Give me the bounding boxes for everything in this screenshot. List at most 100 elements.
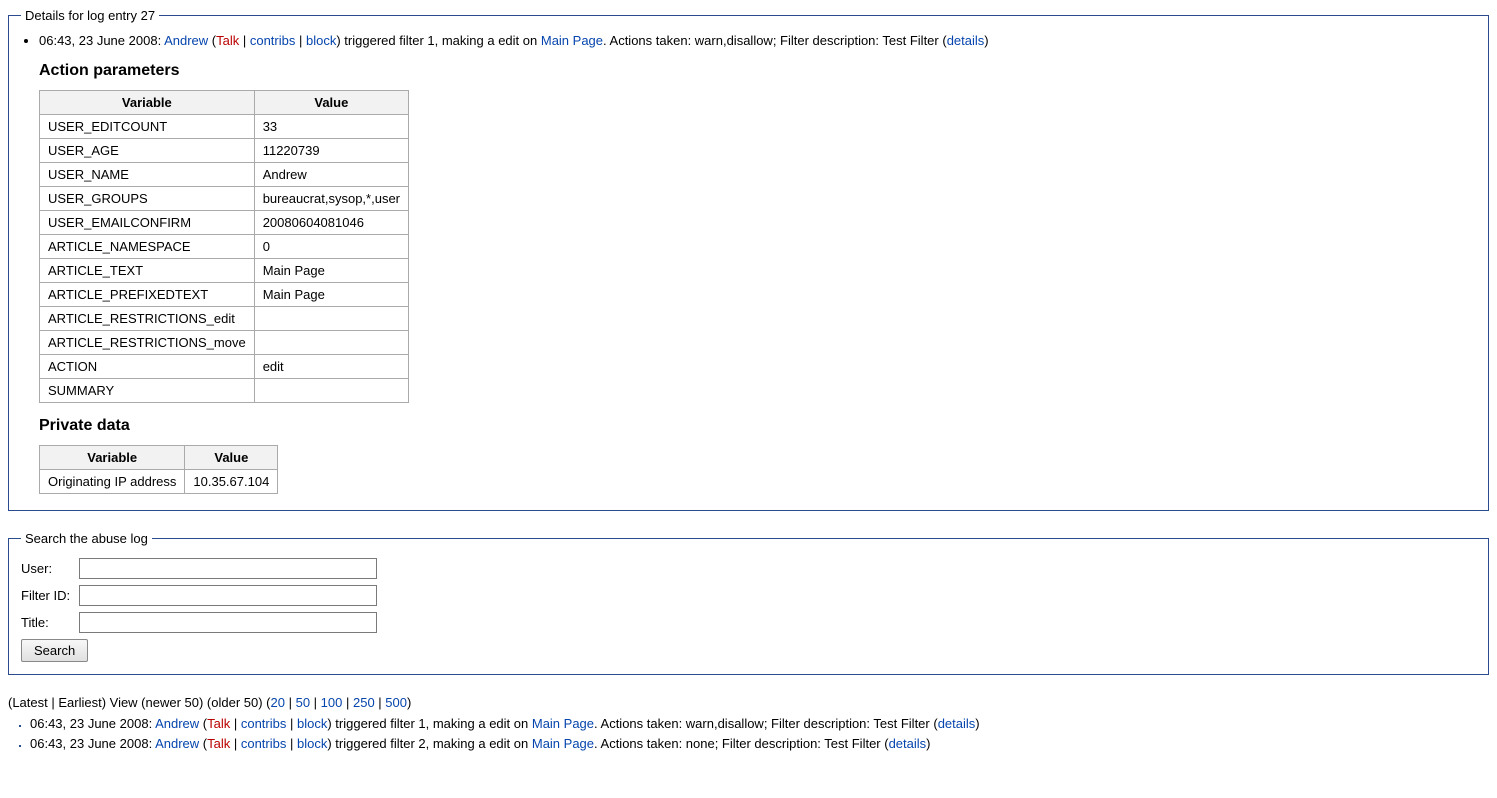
table-row: ACTIONedit — [40, 355, 409, 379]
search-fieldset: Search the abuse log User: Filter ID: Ti… — [8, 531, 1489, 675]
table-row: USER_AGE11220739 — [40, 139, 409, 163]
details-fieldset: Details for log entry 27 06:43, 23 June … — [8, 8, 1489, 511]
variable-cell: ARTICLE_TEXT — [40, 259, 255, 283]
table-row: USER_EDITCOUNT33 — [40, 115, 409, 139]
block-link[interactable]: block — [297, 716, 327, 731]
private-data-heading: Private data — [39, 417, 1476, 435]
col-variable: Variable — [40, 91, 255, 115]
user-link[interactable]: Andrew — [164, 33, 208, 48]
pager-link-50[interactable]: 50 — [296, 695, 310, 710]
value-cell: Main Page — [254, 283, 408, 307]
details-legend: Details for log entry 27 — [21, 8, 159, 23]
filter-id-input[interactable] — [79, 585, 377, 606]
variable-cell: USER_NAME — [40, 163, 255, 187]
table-row: ARTICLE_RESTRICTIONS_edit — [40, 307, 409, 331]
page-link[interactable]: Main Page — [532, 736, 594, 751]
value-cell — [254, 331, 408, 355]
search-legend: Search the abuse log — [21, 531, 152, 546]
talk-link[interactable]: Talk — [207, 736, 230, 751]
contribs-link[interactable]: contribs — [250, 33, 296, 48]
close-paren: ) — [975, 716, 979, 731]
user-link[interactable]: Andrew — [155, 736, 199, 751]
value-cell: bureaucrat,sysop,*,user — [254, 187, 408, 211]
pager-link-100[interactable]: 100 — [321, 695, 343, 710]
title-input[interactable] — [79, 612, 377, 633]
talk-link[interactable]: Talk — [207, 716, 230, 731]
variable-cell: ARTICLE_NAMESPACE — [40, 235, 255, 259]
pager: (Latest | Earliest) View (newer 50) (old… — [8, 695, 1489, 710]
summary-list: 06:43, 23 June 2008: Andrew (Talk | cont… — [21, 33, 1476, 494]
talk-link[interactable]: Talk — [216, 33, 239, 48]
variable-cell: USER_EMAILCONFIRM — [40, 211, 255, 235]
log-item: 06:43, 23 June 2008: Andrew (Talk | cont… — [30, 736, 1489, 751]
user-link[interactable]: Andrew — [155, 716, 199, 731]
log-list: 06:43, 23 June 2008: Andrew (Talk | cont… — [8, 716, 1489, 751]
table-row: ARTICLE_NAMESPACE0 — [40, 235, 409, 259]
private-data-table: Variable Value Originating IP address10.… — [39, 445, 278, 494]
pager-link-250[interactable]: 250 — [353, 695, 375, 710]
close-paren: ) — [926, 736, 930, 751]
page-link[interactable]: Main Page — [541, 33, 603, 48]
table-row: USER_GROUPSbureaucrat,sysop,*,user — [40, 187, 409, 211]
details-link[interactable]: details — [938, 716, 976, 731]
value-cell: 0 — [254, 235, 408, 259]
pager-link-500[interactable]: 500 — [385, 695, 407, 710]
details-link[interactable]: details — [947, 33, 985, 48]
timestamp: 06:43, 23 June 2008 — [39, 33, 158, 48]
title-label: Title: — [21, 615, 79, 630]
after-page-text: . Actions taken: none; Filter descriptio… — [594, 736, 889, 751]
variable-cell: USER_GROUPS — [40, 187, 255, 211]
value-cell: Andrew — [254, 163, 408, 187]
value-cell: edit — [254, 355, 408, 379]
table-row: Originating IP address10.35.67.104 — [40, 470, 278, 494]
page-link[interactable]: Main Page — [532, 716, 594, 731]
action-parameters-heading: Action parameters — [39, 62, 1476, 80]
log-item: 06:43, 23 June 2008: Andrew (Talk | cont… — [30, 716, 1489, 731]
table-row: SUMMARY — [40, 379, 409, 403]
variable-cell: USER_EDITCOUNT — [40, 115, 255, 139]
variable-cell: ARTICLE_RESTRICTIONS_edit — [40, 307, 255, 331]
value-cell: 11220739 — [254, 139, 408, 163]
pager-link-20[interactable]: 20 — [271, 695, 285, 710]
user-label: User: — [21, 561, 79, 576]
contribs-link[interactable]: contribs — [241, 736, 287, 751]
timestamp: 06:43, 23 June 2008 — [30, 736, 149, 751]
col-value: Value — [185, 446, 278, 470]
filter-id-label: Filter ID: — [21, 588, 79, 603]
value-cell: Main Page — [254, 259, 408, 283]
user-input[interactable] — [79, 558, 377, 579]
triggered-text: triggered filter 2, making a edit on — [332, 736, 532, 751]
after-page-text: . Actions taken: warn,disallow; Filter d… — [594, 716, 938, 731]
table-row: ARTICLE_TEXTMain Page — [40, 259, 409, 283]
table-row: USER_NAMEAndrew — [40, 163, 409, 187]
table-row: USER_EMAILCONFIRM20080604081046 — [40, 211, 409, 235]
value-cell: 33 — [254, 115, 408, 139]
close-paren: ) — [984, 33, 988, 48]
value-cell — [254, 379, 408, 403]
variable-cell: ARTICLE_PREFIXEDTEXT — [40, 283, 255, 307]
variable-cell: SUMMARY — [40, 379, 255, 403]
table-row: ARTICLE_PREFIXEDTEXTMain Page — [40, 283, 409, 307]
pager-close: ) — [407, 695, 411, 710]
timestamp: 06:43, 23 June 2008 — [30, 716, 149, 731]
action-parameters-table: Variable Value USER_EDITCOUNT33USER_AGE1… — [39, 90, 409, 403]
details-link[interactable]: details — [889, 736, 927, 751]
value-cell: 10.35.67.104 — [185, 470, 278, 494]
value-cell: 20080604081046 — [254, 211, 408, 235]
triggered-text: triggered filter 1, making a edit on — [341, 33, 541, 48]
block-link[interactable]: block — [297, 736, 327, 751]
contribs-link[interactable]: contribs — [241, 716, 287, 731]
table-row: ARTICLE_RESTRICTIONS_move — [40, 331, 409, 355]
variable-cell: USER_AGE — [40, 139, 255, 163]
variable-cell: Originating IP address — [40, 470, 185, 494]
block-link[interactable]: block — [306, 33, 336, 48]
search-button[interactable]: Search — [21, 639, 88, 662]
variable-cell: ACTION — [40, 355, 255, 379]
variable-cell: ARTICLE_RESTRICTIONS_move — [40, 331, 255, 355]
triggered-text: triggered filter 1, making a edit on — [332, 716, 532, 731]
value-cell — [254, 307, 408, 331]
summary-item: 06:43, 23 June 2008: Andrew (Talk | cont… — [39, 33, 1476, 494]
pager-prefix: (Latest | Earliest) View (newer 50) (old… — [8, 695, 271, 710]
col-variable: Variable — [40, 446, 185, 470]
col-value: Value — [254, 91, 408, 115]
